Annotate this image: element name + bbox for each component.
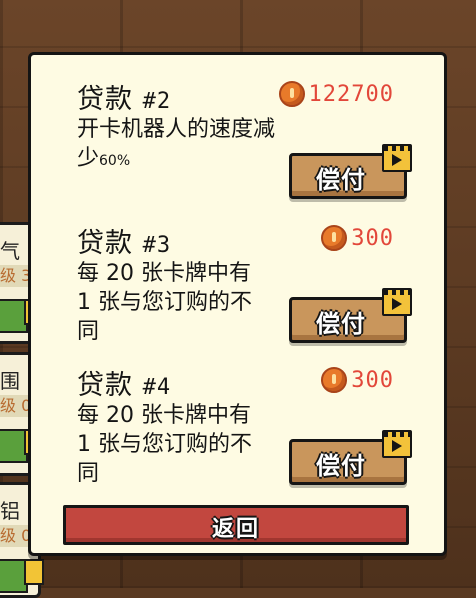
loan-price: 300 (321, 225, 394, 251)
loan-title-label: 贷款 (77, 370, 133, 401)
repay-button-label: 偿付 (316, 452, 366, 480)
side-card-title: 围 (0, 369, 20, 393)
video-ad-icon (382, 430, 412, 458)
loan-description: 每 20 张卡牌中有 1 张与您订购的不同 (77, 259, 257, 346)
back-button-label: 返回 (211, 517, 260, 542)
loan-price-value: 300 (351, 367, 394, 393)
loan-title: 贷款 #2 (77, 77, 171, 116)
loan-price-value: 300 (351, 225, 394, 251)
video-ad-icon[interactable] (24, 559, 44, 585)
loan-price: 122700 (278, 81, 394, 107)
loan-title: 贷款 #3 (77, 221, 171, 260)
coin-icon (278, 81, 305, 107)
repay-button[interactable]: 偿付 (289, 144, 412, 199)
loan-title-label: 贷款 (77, 228, 133, 259)
loan-title-label: 贷款 (77, 84, 133, 115)
loan-price: 300 (321, 367, 394, 393)
loan-price-value: 122700 (308, 81, 394, 107)
repay-button-label: 偿付 (316, 166, 366, 194)
loan-item: 贷款 #4 300 每 20 张卡牌中有 1 张与您订购的不同 偿付 (31, 363, 444, 503)
loan-description-text: 每 20 张卡牌中有 1 张与您订购的不同 (77, 261, 252, 344)
loan-number: #3 (142, 233, 172, 258)
back-button[interactable]: 返回 (63, 505, 409, 545)
loan-item: 贷款 #2 122700 开卡机器人的速度减少60% 偿付 (31, 77, 444, 217)
coin-icon (321, 225, 348, 251)
loan-description-text: 每 20 张卡牌中有 1 张与您订购的不同 (77, 403, 252, 486)
loan-description: 开卡机器人的速度减少60% (77, 115, 277, 176)
video-ad-icon (382, 288, 412, 316)
loans-panel: 贷款 #2 122700 开卡机器人的速度减少60% 偿付 贷款 #3 300 … (28, 52, 447, 556)
loan-item: 贷款 #3 300 每 20 张卡牌中有 1 张与您订购的不同 偿付 (31, 221, 444, 361)
side-card-title: 铝 (0, 499, 20, 523)
repay-button-label: 偿付 (316, 310, 366, 338)
loan-description-percent: 60% (99, 153, 131, 169)
loan-number: #4 (142, 375, 172, 400)
repay-button[interactable]: 偿付 (289, 430, 412, 485)
repay-button[interactable]: 偿付 (289, 288, 412, 343)
side-card-title: 气 (0, 239, 20, 263)
loan-title: 贷款 #4 (77, 363, 171, 402)
video-ad-icon (382, 144, 412, 172)
loan-description: 每 20 张卡牌中有 1 张与您订购的不同 (77, 401, 257, 488)
loan-number: #2 (142, 89, 172, 114)
coin-icon (321, 367, 348, 393)
